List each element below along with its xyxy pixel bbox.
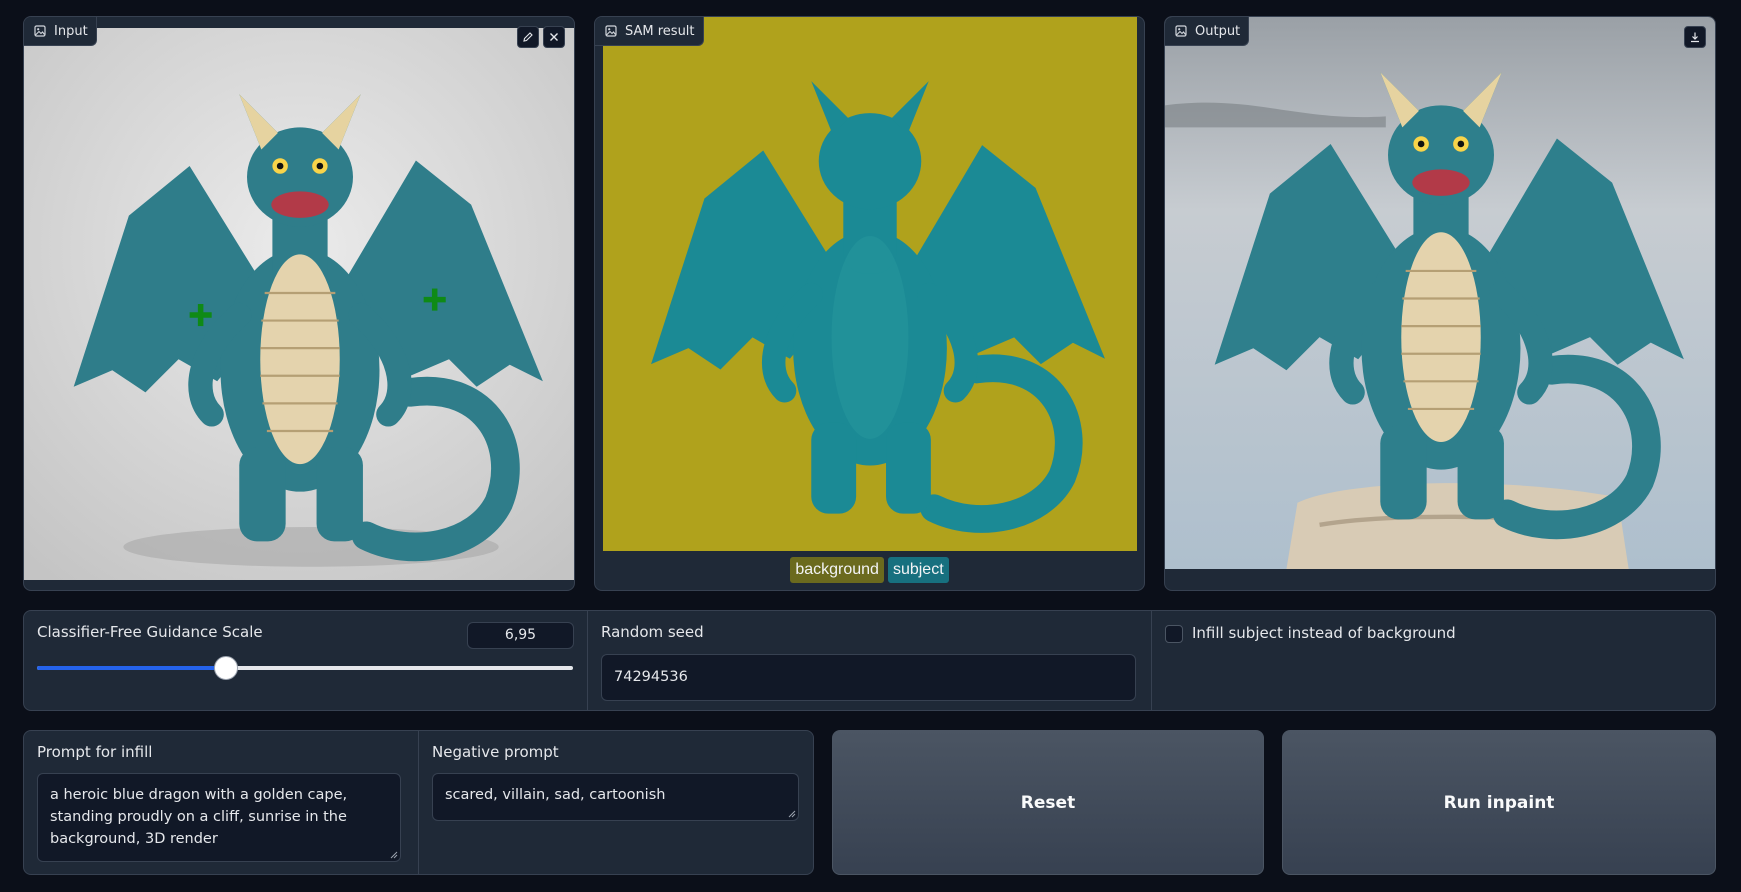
input-label-text: Input [54,23,88,39]
seed-input[interactable]: 74294536 [601,654,1136,701]
divider [587,611,588,710]
negative-prompt-textarea[interactable]: scared, villain, sad, cartoonish [432,773,799,821]
prompt-label: Prompt for infill [37,743,153,761]
resize-grip-icon[interactable] [788,810,796,818]
legend-background: background [790,557,884,583]
image-icon [34,25,46,37]
settings-row: Classifier-Free Guidance Scale 6,95 Rand… [23,610,1716,711]
infill-subject-checkbox[interactable] [1165,625,1183,643]
cfg-slider-fill [37,666,226,670]
cfg-number-input[interactable]: 6,95 [467,622,574,649]
prompts-panel: Prompt for infill a heroic blue dragon w… [23,730,814,875]
input-image-panel: Input [23,16,575,591]
sam-result-image [603,17,1137,551]
output-image-panel: Output [1164,16,1716,591]
input-image[interactable] [24,28,574,580]
download-icon[interactable] [1684,26,1706,48]
close-icon[interactable] [543,26,565,48]
output-image-controls [1684,26,1706,48]
resize-grip-icon[interactable] [390,851,398,859]
prompt-text: a heroic blue dragon with a golden cape,… [50,787,348,847]
prompt-textarea[interactable]: a heroic blue dragon with a golden cape,… [37,773,401,862]
sam-result-panel: SAM result background subject [594,16,1145,591]
negative-prompt-label: Negative prompt [432,743,559,761]
sam-legend: background subject [595,557,1144,583]
output-image-label: Output [1165,17,1250,46]
edit-icon[interactable] [517,26,539,48]
cfg-label: Classifier-Free Guidance Scale [37,623,263,641]
input-image-label: Input [24,17,97,46]
output-image [1165,17,1715,569]
sam-result-label: SAM result [595,17,704,46]
sam-label-text: SAM result [625,23,695,39]
output-label-text: Output [1195,23,1241,39]
reset-button[interactable]: Reset [832,730,1264,875]
image-icon [1175,25,1187,37]
cfg-slider[interactable] [37,656,573,680]
image-icon [605,25,617,37]
cfg-slider-thumb[interactable] [213,656,238,680]
run-inpaint-button[interactable]: Run inpaint [1282,730,1716,875]
negative-prompt-text: scared, villain, sad, cartoonish [445,787,666,803]
seed-label: Random seed [601,623,704,641]
divider [418,731,419,874]
legend-subject: subject [887,557,949,583]
input-image-controls [517,26,565,48]
infill-subject-label[interactable]: Infill subject instead of background [1192,624,1456,642]
divider [1151,611,1152,710]
